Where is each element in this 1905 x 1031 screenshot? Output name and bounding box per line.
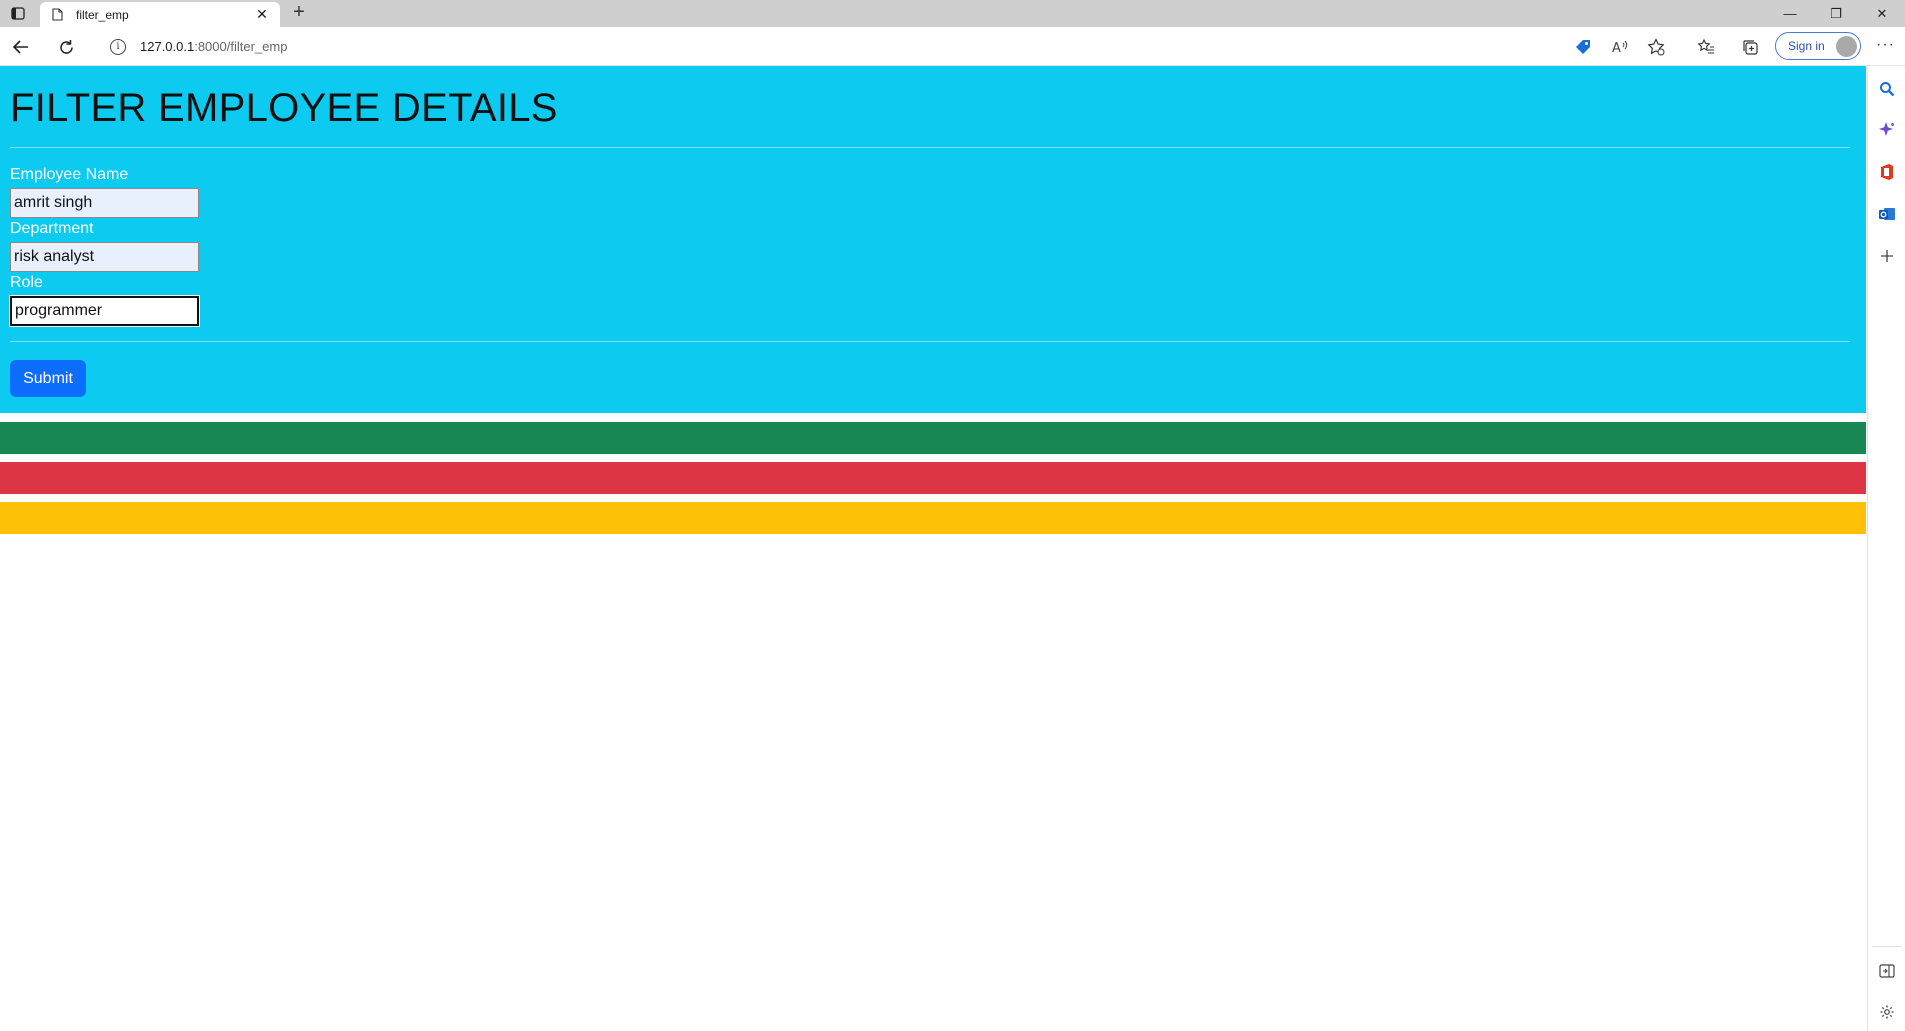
browser-tab[interactable]: filter_emp ✕ bbox=[40, 2, 280, 27]
minimize-button[interactable]: — bbox=[1767, 0, 1813, 27]
window-close-button[interactable]: ✕ bbox=[1859, 0, 1905, 27]
url-host: 127.0.0.1 bbox=[140, 39, 195, 54]
site-info-icon[interactable]: i bbox=[110, 38, 126, 55]
refresh-icon[interactable] bbox=[54, 35, 78, 59]
add-icon[interactable] bbox=[1877, 246, 1897, 266]
role-input[interactable] bbox=[9, 295, 200, 327]
tab-actions-icon[interactable] bbox=[6, 3, 30, 23]
department-label: Department bbox=[10, 220, 94, 237]
edge-sidebar bbox=[1867, 66, 1905, 1031]
office-icon[interactable] bbox=[1877, 162, 1897, 182]
sign-in-button[interactable]: Sign in bbox=[1775, 32, 1861, 60]
sidebar-panel-icon[interactable] bbox=[1877, 961, 1897, 981]
employee-name-label: Employee Name bbox=[10, 166, 129, 183]
success-color-bar bbox=[0, 422, 1866, 454]
page-title: FILTER EMPLOYEE DETAILS bbox=[10, 86, 558, 130]
svg-text:A: A bbox=[1612, 41, 1621, 55]
url-path: :8000/filter_emp bbox=[194, 39, 288, 54]
more-options-icon[interactable]: ··· bbox=[1876, 36, 1895, 54]
divider-top bbox=[10, 147, 1850, 148]
sign-in-label: Sign in bbox=[1788, 39, 1825, 53]
tab-title: filter_emp bbox=[76, 7, 129, 22]
divider-bottom bbox=[10, 341, 1850, 342]
tab-close-icon[interactable]: ✕ bbox=[254, 6, 270, 23]
collections-icon[interactable] bbox=[1739, 36, 1761, 58]
read-aloud-icon[interactable]: A bbox=[1609, 36, 1631, 58]
danger-color-bar bbox=[0, 462, 1866, 494]
restore-button[interactable]: ❐ bbox=[1813, 0, 1859, 27]
avatar bbox=[1836, 36, 1857, 57]
address-bar[interactable]: i 127.0.0.1:8000/filter_emp bbox=[96, 32, 1566, 61]
back-arrow-icon[interactable] bbox=[9, 35, 33, 59]
warning-color-bar bbox=[0, 502, 1866, 534]
page-viewport: FILTER EMPLOYEE DETAILS Employee Name De… bbox=[0, 66, 1866, 1031]
favorite-star-icon[interactable] bbox=[1645, 36, 1667, 58]
page-icon bbox=[52, 8, 66, 22]
outlook-icon[interactable] bbox=[1877, 204, 1897, 224]
settings-gear-icon[interactable] bbox=[1877, 1002, 1897, 1022]
new-tab-button[interactable]: + bbox=[288, 2, 310, 24]
browser-tab-bar: filter_emp ✕ + — ❐ ✕ bbox=[0, 0, 1905, 27]
role-label: Role bbox=[10, 274, 43, 291]
browser-toolbar: i 127.0.0.1:8000/filter_emp A Sign in ··… bbox=[0, 27, 1905, 66]
submit-button[interactable]: Submit bbox=[10, 360, 86, 397]
employee-name-input[interactable] bbox=[10, 188, 199, 218]
window-controls: — ❐ ✕ bbox=[1767, 0, 1905, 27]
department-input[interactable] bbox=[10, 242, 199, 272]
shopping-tag-icon[interactable] bbox=[1572, 36, 1594, 58]
copilot-sparkle-icon[interactable] bbox=[1877, 120, 1897, 140]
search-icon[interactable] bbox=[1877, 79, 1897, 99]
favorites-list-icon[interactable] bbox=[1695, 36, 1717, 58]
filter-form-panel: FILTER EMPLOYEE DETAILS Employee Name De… bbox=[0, 66, 1866, 413]
sidebar-divider bbox=[1872, 946, 1902, 947]
